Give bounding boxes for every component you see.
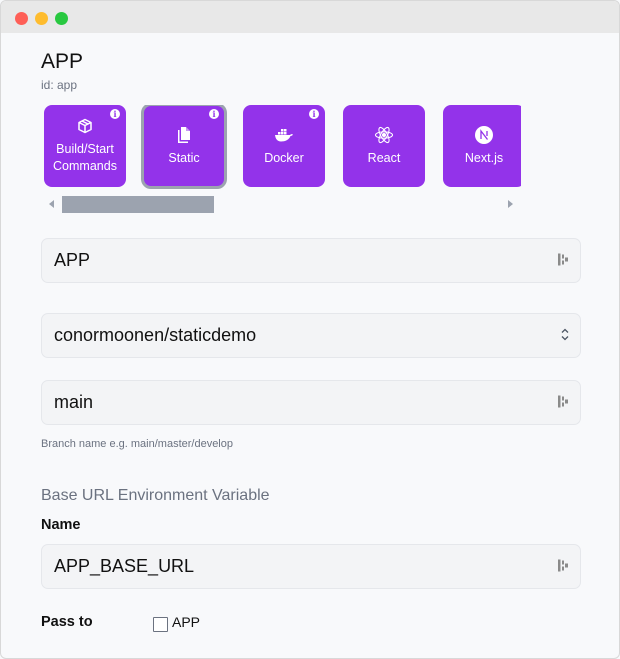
app-window: APP id: app i Build/Start Commands i Sta… [0,0,620,659]
env-name-input[interactable]: APP_BASE_URL [41,544,581,589]
cube-icon [77,117,93,135]
deploy-type-nextjs[interactable]: Next.js [443,105,521,187]
deploy-type-docker[interactable]: i Docker [243,105,325,187]
horizontal-scrollbar-thumb[interactable] [62,196,214,213]
env-name-value: APP_BASE_URL [54,556,195,576]
deploy-type-label: Static [168,150,200,165]
deploy-type-label: Build/Start Commands [53,142,117,173]
env-name-label: Name [41,517,81,533]
close-window-button[interactable] [15,12,28,25]
pass-to-app-label[interactable]: APP [172,614,200,630]
deploy-type-label: Docker [264,150,304,165]
deploy-type-label: Next.js [464,150,504,165]
react-icon [374,126,394,144]
minimize-window-button[interactable] [35,12,48,25]
zoom-window-button[interactable] [55,12,68,25]
title-bar [1,1,619,33]
page-title: APP [41,50,84,73]
repository-value: conormoonen/staticdemo [54,325,257,345]
app-name-value: APP [54,250,91,270]
info-icon[interactable]: i [110,109,120,119]
pass-to-label: Pass to [41,614,93,630]
pass-to-app-checkbox[interactable] [153,617,168,632]
deploy-type-react[interactable]: React [343,105,425,187]
password-manager-icon[interactable] [558,392,570,413]
document-icon [176,126,192,144]
app-id: id: app [41,78,78,92]
app-name-input[interactable]: APP [41,238,581,283]
env-section-title: Base URL Environment Variable [41,487,270,504]
deploy-type-static[interactable]: i Static [141,105,227,189]
deploy-type-label: React [367,150,401,165]
info-icon[interactable]: i [209,109,219,119]
deploy-type-carousel: i Build/Start Commands i Static i Docker… [44,105,521,189]
info-icon[interactable]: i [309,109,319,119]
branch-helper-text: Branch name e.g. main/master/develop [41,438,233,450]
chevron-up-down-icon [560,325,570,346]
password-manager-icon[interactable] [558,250,570,271]
branch-value: main [54,392,94,412]
password-manager-icon[interactable] [558,556,570,577]
branch-input[interactable]: main [41,380,581,425]
scroll-left-arrow[interactable] [49,200,54,208]
docker-icon [274,126,294,144]
nextjs-icon [475,125,493,144]
scroll-right-arrow[interactable] [508,200,513,208]
deploy-type-build-start[interactable]: i Build/Start Commands [44,105,126,187]
repository-select[interactable]: conormoonen/staticdemo [41,313,581,358]
